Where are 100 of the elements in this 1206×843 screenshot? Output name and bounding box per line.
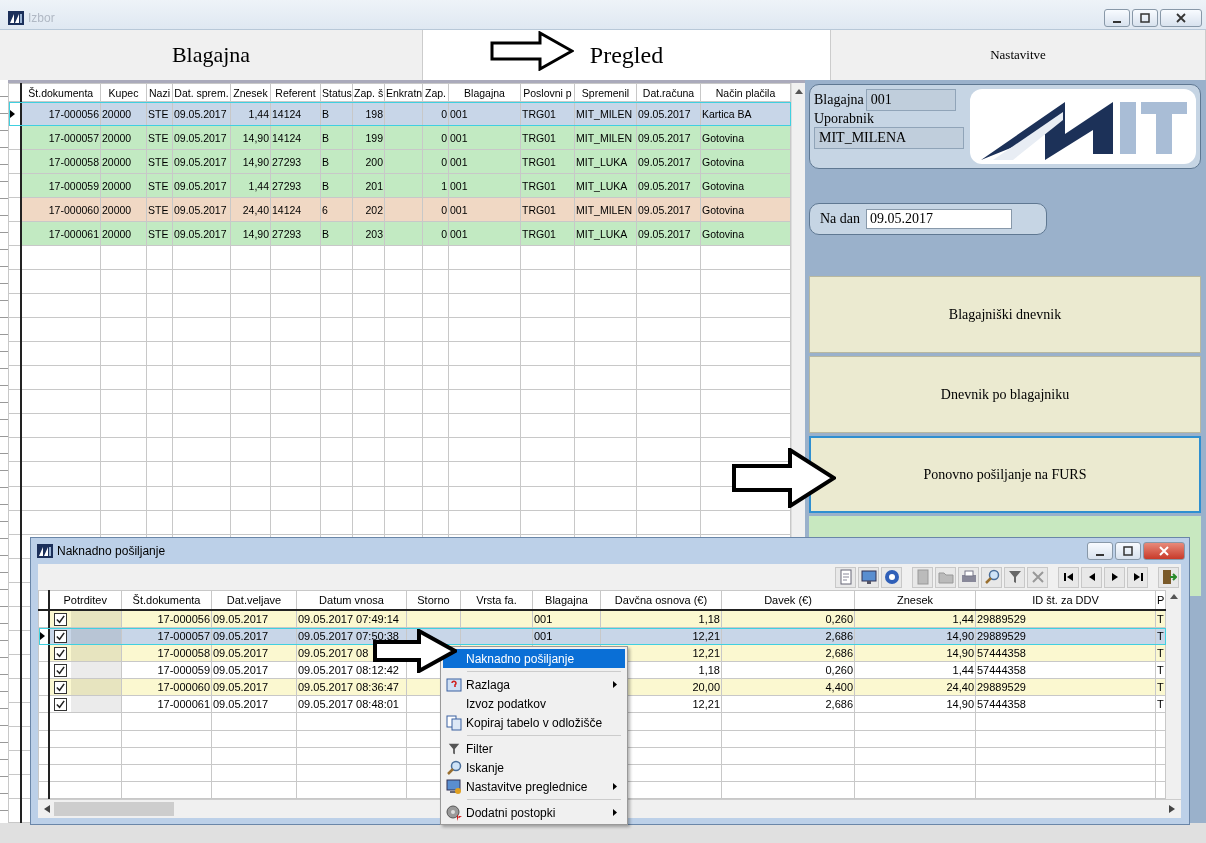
table-cell: B (322, 179, 329, 192)
table-cell: 20000 (102, 155, 132, 168)
table-cell: 17-000059 (48, 179, 99, 192)
table-cell: 199 (365, 131, 383, 144)
table-cell: 14,90 (946, 647, 974, 660)
table-cell: 09.05.2017 (213, 647, 269, 660)
table-cell: 001 (534, 613, 553, 626)
user-label: Uporabnik (814, 111, 875, 127)
table-cell: 202 (365, 203, 383, 216)
table-cell: 14,90 (946, 698, 974, 711)
table-cell: 200 (365, 155, 383, 168)
table-cell: MIT_MILEN (576, 107, 632, 120)
table-cell: 1 (441, 179, 447, 192)
table-cell: MIT_MILEN (576, 203, 632, 216)
table-cell: 09.05.2017 (213, 630, 269, 643)
table-cell: 09.05.2017 (174, 155, 227, 168)
table-cell: B (322, 227, 329, 240)
table-cell: 09.05.2017 08:48:01 (298, 698, 399, 711)
table-cell: 09.05.2017 (174, 107, 227, 120)
table-cell: B (322, 155, 329, 168)
table-cell: 57444358 (977, 664, 1026, 677)
table-cell: 14,90 (242, 131, 269, 144)
dialog-title: Naknadno pošiljanje (57, 544, 166, 558)
table-cell: 09.05.2017 (213, 613, 269, 626)
table-cell: T (1157, 698, 1164, 711)
table-cell: MIT_LUKA (576, 155, 628, 168)
cashbox-label: Blagajna (814, 92, 864, 108)
table-cell: 14124 (272, 131, 302, 144)
table-cell: 29889529 (977, 681, 1026, 694)
table-cell: STE (148, 227, 169, 240)
table-cell: Gotovina (702, 179, 745, 192)
table-cell: 201 (365, 179, 383, 192)
table-cell: 17-000057 (48, 131, 99, 144)
table-cell: 17-000056 (48, 107, 99, 120)
table-cell: TRG01 (522, 155, 556, 168)
table-cell: T (1157, 681, 1164, 694)
table-cell: 1,44 (248, 107, 269, 120)
table-cell: 203 (365, 227, 383, 240)
table-cell: 57444358 (977, 647, 1026, 660)
table-cell: Gotovina (702, 227, 745, 240)
table-cell: 29889529 (977, 630, 1026, 643)
table-cell: 0 (441, 107, 447, 120)
table-cell: 14,90 (242, 155, 269, 168)
table-cell: 09.05.2017 08:36:47 (298, 681, 399, 694)
table-cell: MIT_LUKA (576, 179, 628, 192)
table-cell: TRG01 (522, 203, 556, 216)
table-cell: 1,44 (248, 179, 269, 192)
table-cell: 09.05.2017 (638, 155, 691, 168)
table-cell: 29889529 (977, 613, 1026, 626)
table-cell: STE (148, 155, 169, 168)
table-cell: T (1157, 647, 1164, 660)
table-cell: 24,40 (946, 681, 974, 694)
table-cell: 09.05.2017 (638, 179, 691, 192)
table-cell: 09.05.2017 08:12:42 (298, 664, 399, 677)
table-cell: Kartica BA (702, 107, 752, 120)
table-cell: T (1157, 664, 1164, 677)
table-cell: 09.05.2017 07:49:14 (298, 613, 399, 626)
table-cell: 20000 (102, 107, 132, 120)
table-cell: 0 (441, 203, 447, 216)
table-cell: 09.05.2017 07:50:38 (298, 630, 399, 643)
table-cell: 20,00 (692, 681, 720, 694)
table-cell: 001 (450, 179, 468, 192)
table-cell: 20000 (102, 227, 132, 240)
table-cell: 4,400 (825, 681, 853, 694)
table-cell: MIT_MILEN (576, 131, 632, 144)
table-cell: 27293 (272, 155, 302, 168)
table-cell: B (322, 107, 329, 120)
table-cell: 1,44 (952, 613, 974, 626)
table-cell: Gotovina (702, 203, 745, 216)
table-cell: 2,686 (825, 647, 853, 660)
table-cell: 0 (441, 227, 447, 240)
table-cell: 09.05.2017 (213, 681, 269, 694)
table-cell: 001 (534, 630, 553, 643)
table-cell: B (322, 131, 329, 144)
table-cell: 12,21 (692, 630, 720, 643)
user-field: MIT_MILENA (814, 127, 964, 149)
table-cell: 0,260 (825, 613, 853, 626)
table-cell: 20000 (102, 179, 132, 192)
table-cell: 001 (450, 227, 468, 240)
table-cell: TRG01 (522, 179, 556, 192)
table-cell: 09.05.2017 (213, 698, 269, 711)
table-cell: 001 (450, 155, 468, 168)
table-cell: 09.05.2017 (174, 227, 227, 240)
table-cell: TRG01 (522, 107, 556, 120)
table-cell: T (1157, 613, 1164, 626)
table-cell: 17-000058 (48, 155, 99, 168)
table-cell: 14,90 (242, 227, 269, 240)
table-cell: 27293 (272, 179, 302, 192)
table-cell: 12,21 (692, 698, 720, 711)
table-cell: 0 (441, 155, 447, 168)
table-cell: 1,44 (952, 664, 974, 677)
table-cell: 27293 (272, 227, 302, 240)
table-cell: 09.05.2017 (638, 107, 691, 120)
table-cell: 20000 (102, 131, 132, 144)
table-cell: 6 (322, 203, 328, 216)
table-cell: 09.05.2017 (174, 203, 227, 216)
table-cell: 14,90 (946, 630, 974, 643)
table-cell: 09.05.2017 08 (298, 647, 369, 660)
table-cell: MIT_LUKA (576, 227, 628, 240)
table-cell: 001 (450, 107, 468, 120)
